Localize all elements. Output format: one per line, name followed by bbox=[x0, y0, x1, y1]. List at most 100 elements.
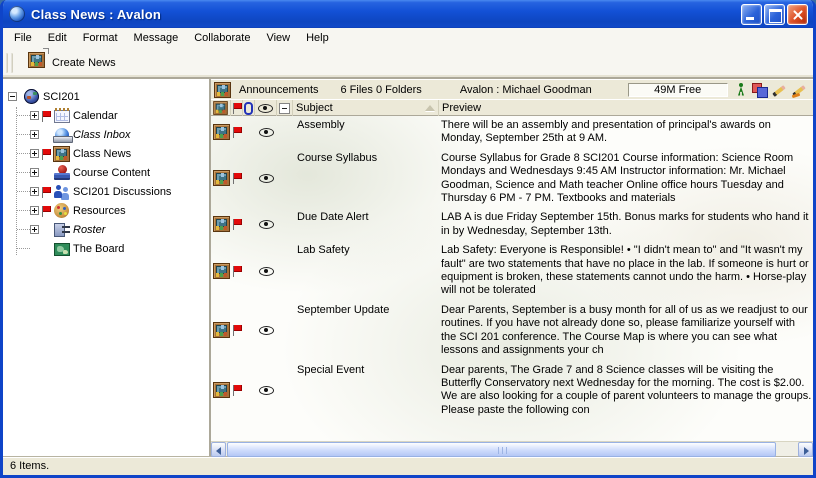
message-row[interactable]: Special Event Dear parents, The Grade 7 … bbox=[211, 361, 813, 421]
overlapping-windows-icon[interactable] bbox=[751, 83, 767, 97]
collapse-toggle-icon[interactable] bbox=[8, 92, 17, 101]
news-item-icon bbox=[213, 382, 230, 398]
tree-item-icon bbox=[53, 146, 70, 162]
status-text: 6 Items. bbox=[10, 460, 49, 472]
message-row[interactable]: Assembly There will be an assembly and p… bbox=[211, 116, 813, 149]
expand-toggle-icon[interactable] bbox=[30, 130, 39, 139]
tree-root-label: SCI201 bbox=[43, 91, 80, 103]
flag-icon bbox=[41, 205, 51, 217]
menu-item[interactable]: View bbox=[258, 29, 298, 47]
minimize-button[interactable] bbox=[741, 4, 762, 25]
server-user-label: Avalon : Michael Goodman bbox=[460, 84, 592, 96]
unread-eye-icon bbox=[259, 325, 274, 335]
flag-icon bbox=[232, 265, 242, 277]
collapse-icon bbox=[279, 103, 290, 114]
message-subject[interactable]: Assembly bbox=[293, 118, 439, 132]
column-flag[interactable] bbox=[231, 100, 243, 116]
tree-item[interactable]: SCI201 Discussions bbox=[3, 182, 209, 201]
scroll-right-button[interactable] bbox=[798, 442, 813, 457]
tree-item-label: SCI201 Discussions bbox=[73, 186, 171, 198]
news-item-icon bbox=[213, 124, 230, 140]
tree-item[interactable]: Course Content bbox=[3, 163, 209, 182]
sci201-globe-icon bbox=[24, 89, 39, 104]
message-subject[interactable]: Due Date Alert bbox=[293, 210, 439, 224]
tree-item[interactable]: Calendar bbox=[3, 106, 209, 125]
menu-item[interactable]: Collaborate bbox=[186, 29, 258, 47]
tree-item-label: Resources bbox=[73, 205, 126, 217]
close-button[interactable] bbox=[787, 4, 808, 25]
column-subject[interactable]: Subject bbox=[293, 100, 439, 116]
message-subject[interactable]: Special Event bbox=[293, 363, 439, 377]
horizontal-scrollbar[interactable] bbox=[211, 441, 813, 456]
menu-item[interactable]: File bbox=[6, 29, 40, 47]
folder-tree: SCI201 Calendar Class Inbox bbox=[3, 87, 209, 258]
column-preview[interactable]: Preview bbox=[439, 100, 813, 116]
create-news-label: Create News bbox=[52, 57, 116, 69]
column-item-icon[interactable] bbox=[211, 100, 231, 116]
tree-root-sci201[interactable]: SCI201 bbox=[3, 87, 209, 106]
message-subject[interactable]: September Update bbox=[293, 303, 439, 317]
tree-item[interactable]: Class Inbox bbox=[3, 125, 209, 144]
flag-icon bbox=[232, 126, 242, 138]
message-subject[interactable]: Course Syllabus bbox=[293, 151, 439, 165]
message-preview: Dear Parents, September is a busy month … bbox=[439, 303, 813, 358]
message-list: Assembly There will be an assembly and p… bbox=[211, 116, 813, 441]
tree-item[interactable]: Class News bbox=[3, 144, 209, 163]
tree-item-label: Calendar bbox=[73, 110, 118, 122]
message-subject[interactable]: Lab Safety bbox=[293, 243, 439, 257]
expand-toggle-icon[interactable] bbox=[30, 168, 39, 177]
signature-pencil-icon[interactable] bbox=[792, 83, 807, 97]
flag-icon bbox=[41, 148, 51, 160]
news-item-icon bbox=[213, 216, 230, 232]
expand-toggle-icon[interactable] bbox=[30, 225, 39, 234]
flag-icon bbox=[232, 172, 242, 184]
scrollbar-thumb[interactable] bbox=[227, 442, 776, 457]
menu-item[interactable]: Edit bbox=[40, 29, 75, 47]
tree-item-label: Class News bbox=[73, 148, 131, 160]
subject-column-label: Subject bbox=[296, 102, 333, 114]
expand-toggle-icon[interactable] bbox=[30, 111, 39, 120]
create-news-button[interactable]: Create News bbox=[25, 49, 123, 76]
toolbar-grip[interactable] bbox=[5, 53, 8, 73]
unread-eye-icon bbox=[258, 103, 273, 113]
message-list-pane: Announcements 6 Files 0 Folders Avalon :… bbox=[211, 79, 813, 456]
message-preview: There will be an assembly and presentati… bbox=[439, 118, 813, 146]
person-icon[interactable] bbox=[736, 83, 746, 97]
menu-item[interactable]: Format bbox=[75, 29, 126, 47]
message-row[interactable]: Due Date Alert LAB A is due Friday Septe… bbox=[211, 208, 813, 241]
menu-item[interactable]: Message bbox=[126, 29, 187, 47]
unread-eye-icon bbox=[259, 127, 274, 137]
free-space-indicator: 49M Free bbox=[628, 83, 728, 97]
scroll-left-button[interactable] bbox=[211, 442, 226, 457]
message-preview: Course Syllabus for Grade 8 SCI201 Cours… bbox=[439, 151, 813, 206]
toolbar-grip[interactable] bbox=[10, 53, 13, 73]
message-row[interactable]: Lab Safety Lab Safety: Everyone is Respo… bbox=[211, 241, 813, 301]
column-attachment[interactable] bbox=[243, 100, 255, 116]
tree-item[interactable]: Resources bbox=[3, 201, 209, 220]
message-row[interactable]: September Update Dear Parents, September… bbox=[211, 301, 813, 361]
conference-icon bbox=[214, 82, 231, 98]
expand-toggle-icon[interactable] bbox=[30, 206, 39, 215]
column-header: Subject Preview bbox=[211, 99, 813, 116]
message-row[interactable]: Course Syllabus Course Syllabus for Grad… bbox=[211, 149, 813, 209]
title-bar[interactable]: Class News : Avalon bbox=[3, 0, 813, 28]
scrollbar-track[interactable] bbox=[226, 442, 798, 456]
tree-item-icon bbox=[54, 165, 70, 180]
tree-item-label: Roster bbox=[73, 224, 105, 236]
status-bar: 6 Items. bbox=[3, 456, 813, 475]
tree-item[interactable]: Roster bbox=[3, 220, 209, 239]
tree-item[interactable]: The Board bbox=[3, 239, 209, 258]
expand-toggle-icon[interactable] bbox=[30, 187, 39, 196]
collapse-all-button[interactable] bbox=[277, 100, 293, 116]
maximize-button[interactable] bbox=[764, 4, 785, 25]
message-preview: LAB A is due Friday September 15th. Bonu… bbox=[439, 210, 813, 238]
unread-eye-icon bbox=[259, 385, 274, 395]
pencil-icon[interactable] bbox=[772, 83, 787, 97]
column-unread[interactable] bbox=[255, 100, 277, 116]
expand-toggle-icon[interactable] bbox=[30, 149, 39, 158]
tree-item-label: Course Content bbox=[73, 167, 150, 179]
news-board-icon bbox=[28, 52, 45, 68]
unread-eye-icon bbox=[259, 266, 274, 276]
menu-item[interactable]: Help bbox=[298, 29, 337, 47]
message-preview: Lab Safety: Everyone is Responsible! • "… bbox=[439, 243, 813, 298]
